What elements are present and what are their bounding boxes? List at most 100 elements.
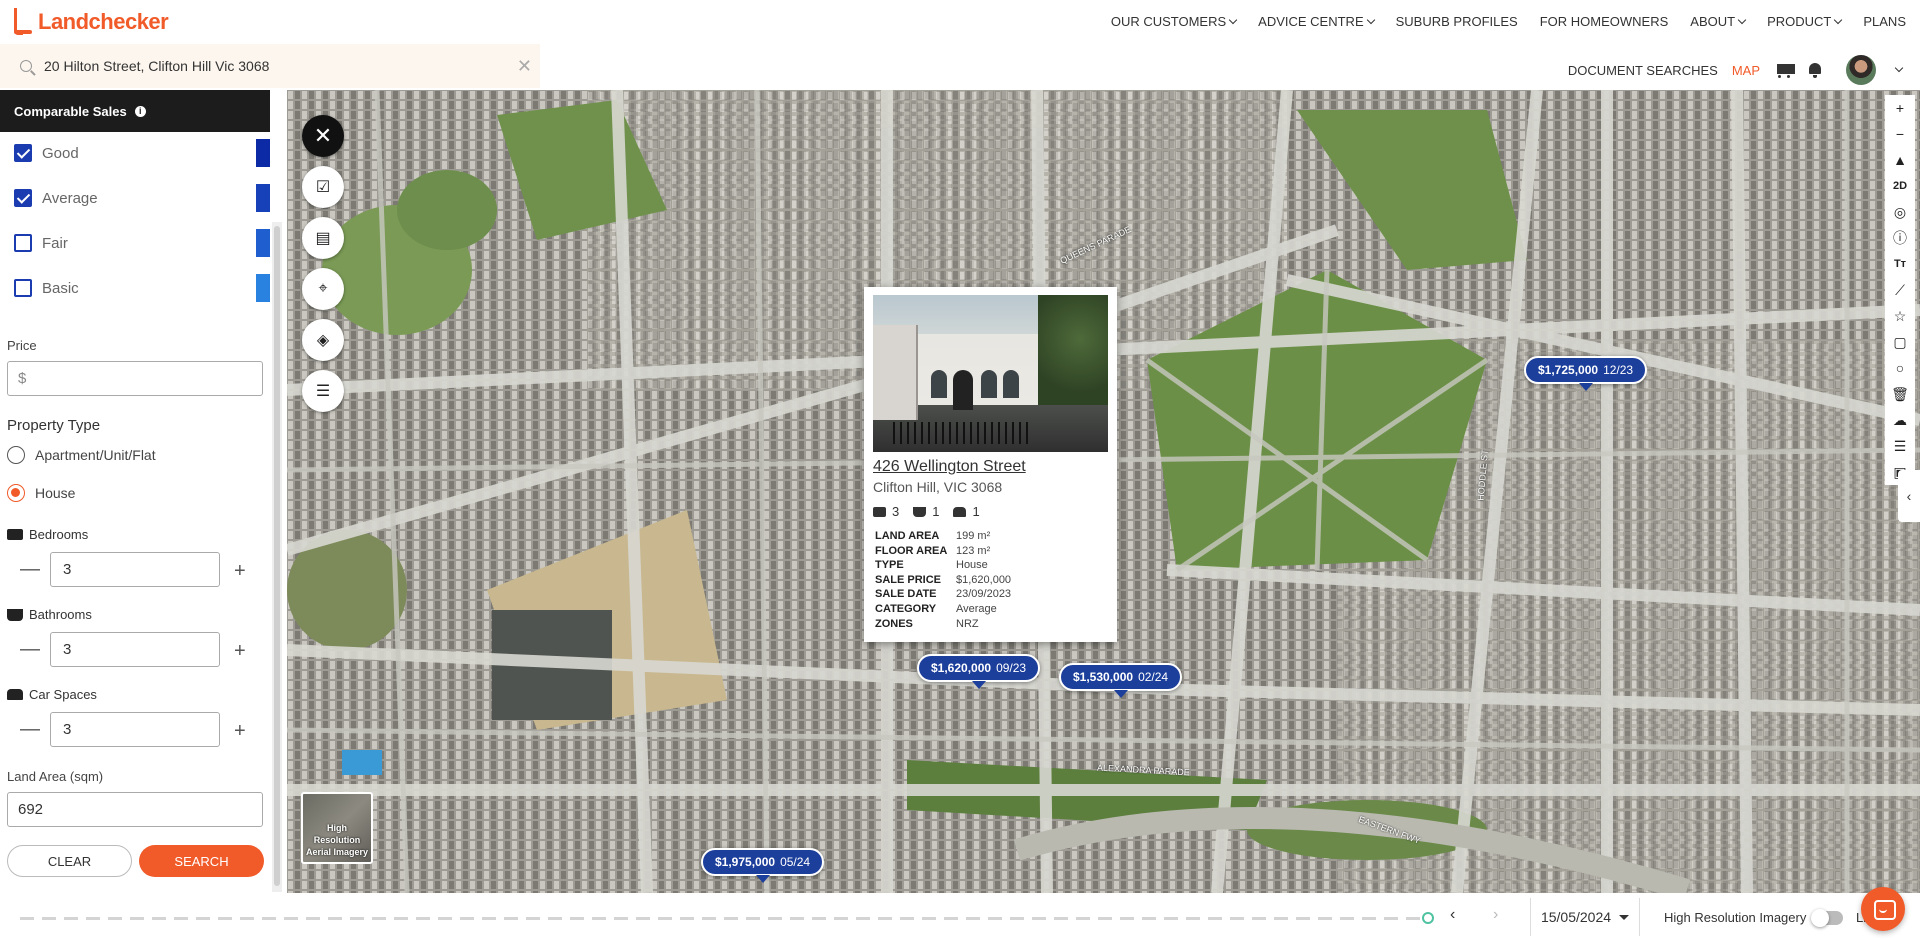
brand-name: Landchecker bbox=[38, 9, 169, 34]
house-radio[interactable] bbox=[7, 484, 25, 502]
clear-button[interactable]: CLEAR bbox=[7, 845, 132, 877]
apartment-radio[interactable] bbox=[7, 446, 25, 464]
land-area-input[interactable]: 692 bbox=[7, 792, 263, 827]
compass-button[interactable]: ▲ bbox=[1885, 147, 1915, 173]
nav-plans[interactable]: PLANS bbox=[1863, 14, 1906, 29]
car-spaces-increment[interactable]: + bbox=[234, 720, 246, 743]
close-icon: ✕ bbox=[313, 123, 333, 148]
close-map-tools-button[interactable]: ✕ bbox=[302, 115, 344, 157]
sale-marker[interactable]: $1,725,000 12/23 bbox=[1524, 356, 1648, 391]
cars-feature: 1 bbox=[953, 504, 980, 519]
location-search-button[interactable]: ⌖ bbox=[302, 268, 344, 310]
search-input[interactable]: 20 Hilton Street, Clifton Hill Vic 3068 bbox=[44, 58, 269, 74]
bell-icon[interactable] bbox=[1808, 62, 1822, 78]
basic-checkbox[interactable] bbox=[14, 279, 32, 297]
sale-marker[interactable]: $1,975,000 05/24 bbox=[701, 848, 825, 883]
map-link[interactable]: MAP bbox=[1732, 63, 1760, 78]
zoom-in-button[interactable]: + bbox=[1885, 95, 1915, 121]
brand-logo[interactable]: Landchecker bbox=[10, 6, 169, 38]
bedrooms-decrement[interactable]: — bbox=[20, 558, 40, 581]
marker-price: $1,620,000 bbox=[931, 661, 992, 675]
top-bar: Landchecker OUR CUSTOMERS ADVICE CENTRE … bbox=[0, 0, 1920, 44]
fair-checkbox[interactable] bbox=[14, 234, 32, 252]
star-icon[interactable]: ☆ bbox=[1885, 303, 1915, 329]
house-label: House bbox=[35, 485, 76, 501]
car-spaces-decrement[interactable]: — bbox=[20, 718, 40, 741]
category-label: Fair bbox=[42, 234, 68, 252]
chat-button[interactable] bbox=[1861, 887, 1905, 931]
nav-advice-centre[interactable]: ADVICE CENTRE bbox=[1258, 14, 1375, 29]
sidebar-scroll-thumb[interactable] bbox=[274, 226, 280, 886]
timeline-track[interactable] bbox=[20, 917, 1430, 920]
map-view[interactable]: ✕ ☑ ▤ ⌖ ◈ ☰ + − ▲ 2D ◎ ⓘ Tт ⟋ ☆ ▢ ○ 🗑 ☁ … bbox=[287, 90, 1920, 893]
address-search-bar[interactable]: 20 Hilton Street, Clifton Hill Vic 3068 … bbox=[0, 44, 540, 88]
detail-label: SALE DATE bbox=[875, 588, 937, 601]
2d-toggle-button[interactable]: 2D bbox=[1885, 173, 1915, 199]
polygon-icon[interactable]: ▢ bbox=[1885, 329, 1915, 355]
locate-icon[interactable]: ◎ bbox=[1885, 199, 1915, 225]
nav-our-customers[interactable]: OUR CUSTOMERS bbox=[1111, 14, 1238, 29]
category-average[interactable]: Average bbox=[0, 183, 270, 213]
list-button[interactable]: ☰ bbox=[302, 370, 344, 412]
info-icon[interactable]: ⓘ bbox=[1885, 225, 1915, 251]
search-button[interactable]: SEARCH bbox=[139, 845, 264, 877]
timeline-prev-icon[interactable]: ‹ bbox=[1450, 906, 1455, 924]
sale-marker[interactable]: $1,620,000 09/23 bbox=[917, 654, 1041, 689]
property-features: 3 1 1 bbox=[873, 504, 1108, 519]
measure-icon[interactable]: ⟋ bbox=[1885, 277, 1915, 303]
map-right-toolbar: + − ▲ 2D ◎ ⓘ Tт ⟋ ☆ ▢ ○ 🗑 ☁ ☰ ▣ bbox=[1885, 95, 1915, 485]
clear-search-icon[interactable]: ✕ bbox=[517, 56, 532, 77]
text-tool-icon[interactable]: Tт bbox=[1885, 251, 1915, 277]
timeline-next-icon[interactable]: › bbox=[1493, 906, 1498, 924]
settings-sliders-icon[interactable]: ☰ bbox=[1885, 433, 1915, 459]
zoom-out-button[interactable]: − bbox=[1885, 121, 1915, 147]
category-good[interactable]: Good bbox=[0, 138, 270, 168]
property-address-link[interactable]: 426 Wellington Street bbox=[873, 458, 1108, 476]
car-spaces-input[interactable]: 3 bbox=[50, 712, 220, 747]
chevron-down-icon[interactable] bbox=[1894, 63, 1904, 73]
nav-about[interactable]: ABOUT bbox=[1690, 14, 1747, 29]
property-suburb: Clifton Hill, VIC 3068 bbox=[873, 479, 1003, 495]
car-icon bbox=[7, 689, 23, 700]
beds-count: 3 bbox=[892, 504, 900, 519]
bathrooms-input[interactable]: 3 bbox=[50, 632, 220, 667]
layers-button[interactable]: ◈ bbox=[302, 319, 344, 361]
nav-product[interactable]: PRODUCT bbox=[1767, 14, 1843, 29]
marker-price: $1,725,000 bbox=[1538, 363, 1599, 377]
timeline-date-select[interactable]: 15/05/2024 bbox=[1530, 898, 1640, 936]
detail-row: LAND AREA 199 m² bbox=[873, 529, 1108, 544]
nav-suburb-profiles[interactable]: SUBURB PROFILES bbox=[1396, 14, 1518, 29]
price-input[interactable]: $ bbox=[7, 361, 263, 396]
bedrooms-increment[interactable]: + bbox=[234, 560, 246, 583]
search-icon bbox=[20, 60, 32, 72]
bathrooms-decrement[interactable]: — bbox=[20, 638, 40, 661]
car-spaces-label: Car Spaces bbox=[7, 687, 97, 702]
timeline-handle[interactable] bbox=[1422, 912, 1434, 924]
nav-for-homeowners[interactable]: FOR HOMEOWNERS bbox=[1540, 14, 1669, 29]
marker-date: 02/24 bbox=[1138, 670, 1169, 684]
bathrooms-increment[interactable]: + bbox=[234, 640, 246, 663]
info-icon[interactable]: i bbox=[134, 105, 146, 117]
aerial-imagery-toggle[interactable]: High Resolution Aerial Imagery bbox=[301, 792, 373, 864]
cloud-download-icon[interactable]: ☁ bbox=[1885, 407, 1915, 433]
category-fair[interactable]: Fair bbox=[0, 228, 270, 258]
detail-label: FLOOR AREA bbox=[875, 544, 948, 557]
sale-marker[interactable]: $1,530,000 02/24 bbox=[1059, 663, 1183, 698]
document-searches-link[interactable]: DOCUMENT SEARCHES bbox=[1568, 63, 1718, 78]
clipboard-button[interactable]: ▤ bbox=[302, 217, 344, 259]
property-photo bbox=[873, 295, 1108, 452]
average-checkbox[interactable] bbox=[14, 189, 32, 207]
category-basic[interactable]: Basic bbox=[0, 273, 270, 303]
bedrooms-input[interactable]: 3 bbox=[50, 552, 220, 587]
good-swatch bbox=[256, 139, 270, 167]
collapse-panel-button[interactable]: ‹ bbox=[1898, 470, 1920, 522]
checklist-button[interactable]: ☑ bbox=[302, 166, 344, 208]
hri-toggle[interactable] bbox=[1811, 909, 1843, 927]
trash-icon[interactable]: 🗑 bbox=[1885, 381, 1915, 407]
bathrooms-text: Bathrooms bbox=[29, 607, 92, 622]
nav-label: SUBURB PROFILES bbox=[1395, 14, 1518, 29]
circle-icon[interactable]: ○ bbox=[1885, 355, 1915, 381]
good-checkbox[interactable] bbox=[14, 144, 32, 162]
avatar[interactable] bbox=[1846, 55, 1876, 85]
cart-icon[interactable] bbox=[1774, 61, 1795, 79]
